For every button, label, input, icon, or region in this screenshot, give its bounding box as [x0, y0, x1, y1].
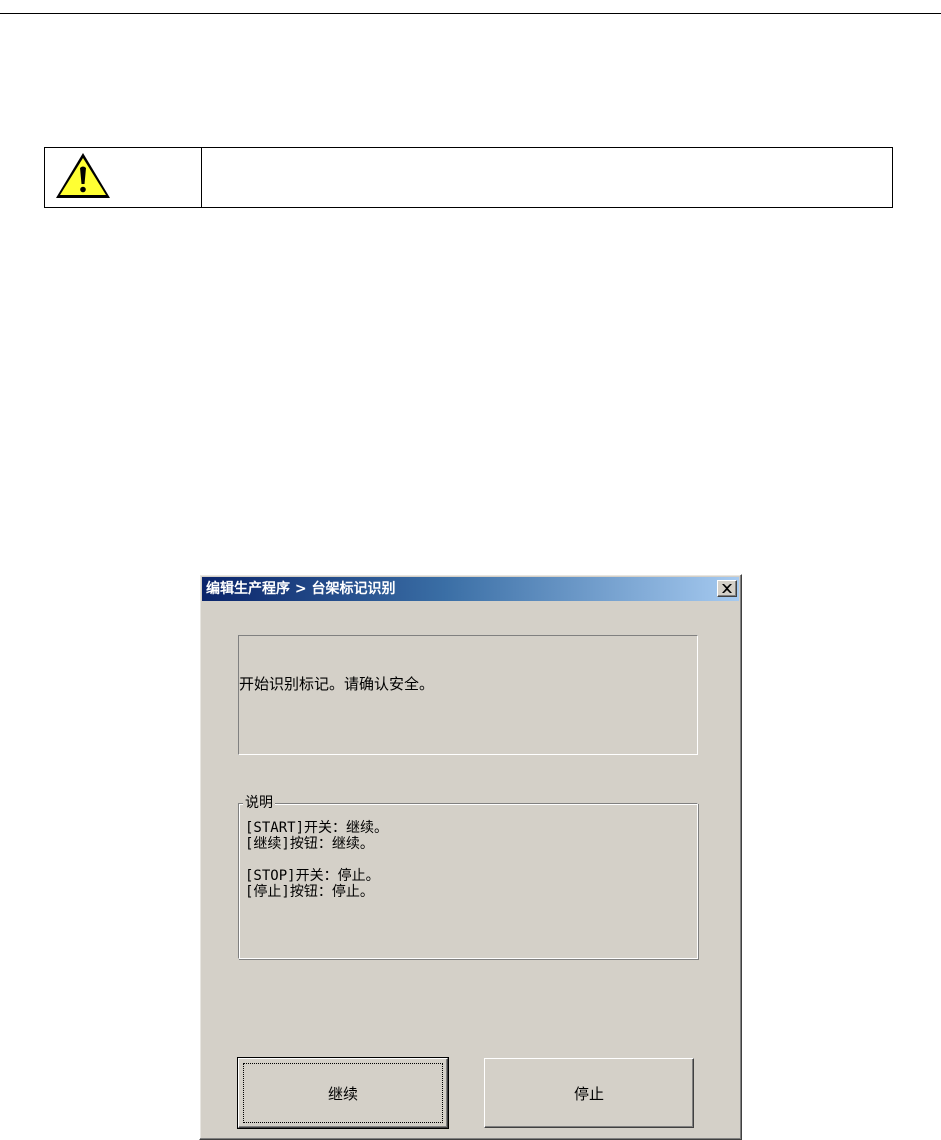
description-line: [STOP]开关：停止。 [245, 868, 380, 884]
description-line: [继续]按钮：继续。 [245, 836, 374, 852]
description-lines: [START]开关：继续。 [继续]按钮：继续。 [STOP]开关：停止。 [停… [245, 820, 388, 900]
description-group: 说明 [START]开关：继续。 [继续]按钮：继续。 [STOP]开关：停止。… [238, 794, 698, 959]
stop-button[interactable]: 停止 [484, 1058, 694, 1128]
caution-icon-cell [45, 148, 202, 207]
message-panel: 开始识别标记。请确认安全。 [238, 635, 698, 755]
caution-table [44, 147, 893, 208]
caution-text [202, 148, 892, 207]
dialog-titlebar[interactable]: 编辑生产程序 > 台架标记识别 [202, 577, 739, 601]
close-button[interactable] [717, 580, 737, 597]
description-line: [停止]按钮：停止。 [245, 884, 374, 900]
header-rule [0, 13, 941, 14]
warning-triangle-icon [56, 153, 110, 198]
continue-button-label: 继续 [327, 1084, 358, 1103]
continue-button[interactable]: 继续 [237, 1057, 449, 1129]
close-icon [722, 584, 732, 593]
description-line: [START]开关：继续。 [245, 820, 389, 836]
stop-button-label: 停止 [573, 1084, 604, 1103]
description-legend: 说明 [243, 794, 275, 812]
dialog-title: 编辑生产程序 > 台架标记识别 [206, 581, 396, 597]
message-text: 开始识别标记。请确认安全。 [239, 675, 435, 693]
mark-recognition-dialog: 编辑生产程序 > 台架标记识别 开始识别标记。请确认安全。 说明 [START]… [199, 574, 742, 1140]
